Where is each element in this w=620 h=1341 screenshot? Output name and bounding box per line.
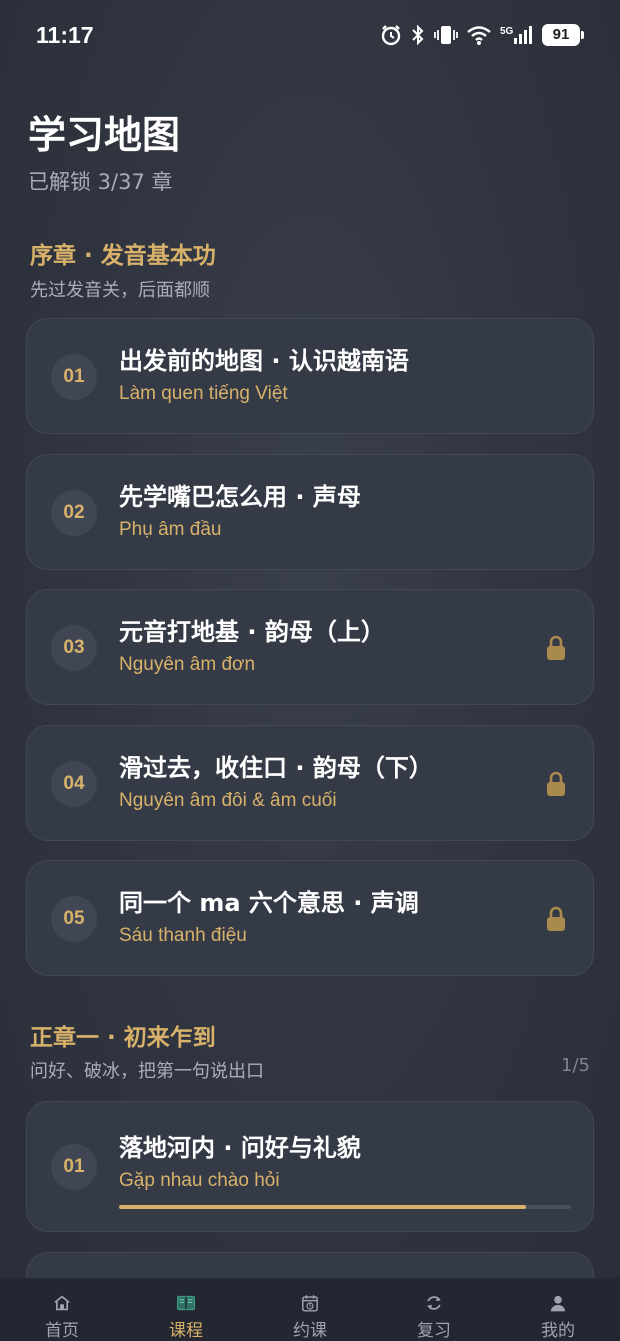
battery-indicator: 91 [542, 24, 584, 46]
lesson-number: 05 [51, 896, 97, 942]
lesson-title: 同一个 ma 六个意思 · 声调 [119, 889, 419, 917]
nav-label-booking: 约课 [293, 1321, 327, 1341]
signal-5g-icon: 5G [500, 26, 532, 44]
lesson-number: 03 [51, 625, 97, 671]
nav-label-courses: 课程 [169, 1321, 203, 1341]
calendar-icon [302, 1295, 318, 1312]
lock-icon [547, 906, 565, 931]
lesson-subtitle: Nguyên âm đơn [119, 654, 256, 675]
section-desc-prelude: 先过发音关，后面都顺 [30, 280, 210, 301]
vibrate-icon [434, 26, 458, 44]
refresh-icon [427, 1296, 441, 1310]
alarm-icon [381, 25, 401, 46]
lesson-subtitle: Nguyên âm đôi & âm cuối [119, 790, 337, 811]
home-icon [54, 1295, 70, 1311]
nav-item-me[interactable]: 我的 [496, 1278, 620, 1341]
lesson-card-0-04[interactable]: 04 滑过去，收住口 · 韵母（下） Nguyên âm đôi & âm cu… [26, 725, 594, 841]
lesson-card-0-02[interactable]: 02 先学嘴巴怎么用 · 声母 Phụ âm đầu [26, 454, 594, 570]
lesson-title: 出发前的地图 · 认识越南语 [119, 347, 409, 375]
lesson-card-0-05[interactable]: 05 同一个 ma 六个意思 · 声调 Sáu thanh điệu [26, 860, 594, 976]
lesson-number: 02 [51, 490, 97, 536]
lock-icon [547, 635, 565, 660]
lesson-number: 01 [51, 1144, 97, 1190]
battery-tip [581, 31, 584, 39]
lesson-subtitle: Gặp nhau chào hỏi [119, 1170, 280, 1191]
lesson-subtitle: Phụ âm đầu [119, 519, 222, 540]
lesson-title: 先学嘴巴怎么用 · 声母 [119, 483, 361, 511]
nav-label-me: 我的 [541, 1321, 575, 1341]
battery-level: 91 [542, 24, 580, 46]
bottom-nav: 首页 课程 约课 复习 我的 [0, 1278, 620, 1341]
nav-label-review: 复习 [417, 1321, 451, 1341]
status-icons: 5G 91 [380, 24, 584, 46]
lesson-number: 04 [51, 761, 97, 807]
lesson-card-1-01[interactable]: 01 落地河内 · 问好与礼貌 Gặp nhau chào hỏi [26, 1101, 594, 1232]
network-label: 5G [500, 26, 514, 37]
nav-label-home: 首页 [45, 1321, 79, 1341]
lesson-subtitle: Sáu thanh điệu [119, 925, 247, 946]
nav-item-booking[interactable]: 约课 [248, 1278, 372, 1341]
nav-item-courses[interactable]: 课程 [124, 1278, 248, 1341]
nav-item-home[interactable]: 首页 [0, 1278, 124, 1341]
nav-item-review[interactable]: 复习 [372, 1278, 496, 1341]
page-title: 学习地图 [28, 113, 181, 157]
lesson-title: 元音打地基 · 韵母（上） [119, 618, 385, 646]
bluetooth-icon [412, 24, 424, 46]
lesson-card-0-01[interactable]: 01 出发前的地图 · 认识越南语 Làm quen tiếng Việt [26, 318, 594, 434]
lesson-title: 落地河内 · 问好与礼貌 [119, 1134, 361, 1162]
section-title-chapter-1: 正章一 · 初来乍到 [30, 1025, 216, 1051]
section-title-prelude: 序章 · 发音基本功 [30, 243, 216, 269]
status-time: 11:17 [36, 22, 94, 48]
lesson-card-0-03[interactable]: 03 元音打地基 · 韵母（上） Nguyên âm đơn [26, 589, 594, 705]
wifi-icon [467, 26, 491, 45]
lesson-number: 01 [51, 354, 97, 400]
lesson-progress-bar [119, 1205, 571, 1209]
lesson-progress-fill [119, 1205, 526, 1209]
lock-icon [547, 771, 565, 796]
lesson-title: 滑过去，收住口 · 韵母（下） [119, 754, 433, 782]
lesson-subtitle: Làm quen tiếng Việt [119, 383, 288, 404]
unlock-progress: 已解锁 3/37 章 [28, 170, 173, 194]
status-bar: 11:17 5G 91 [0, 0, 620, 72]
section-count: 1/5 [561, 1055, 590, 1076]
book-icon [177, 1295, 195, 1311]
section-desc-chapter-1: 问好、破冰，把第一句说出口 [30, 1061, 264, 1082]
user-icon [550, 1295, 566, 1312]
app-screen: 11:17 5G 91 学习地图 已解锁 3/37 章 序章 · 发音基本功 先… [0, 0, 620, 1341]
